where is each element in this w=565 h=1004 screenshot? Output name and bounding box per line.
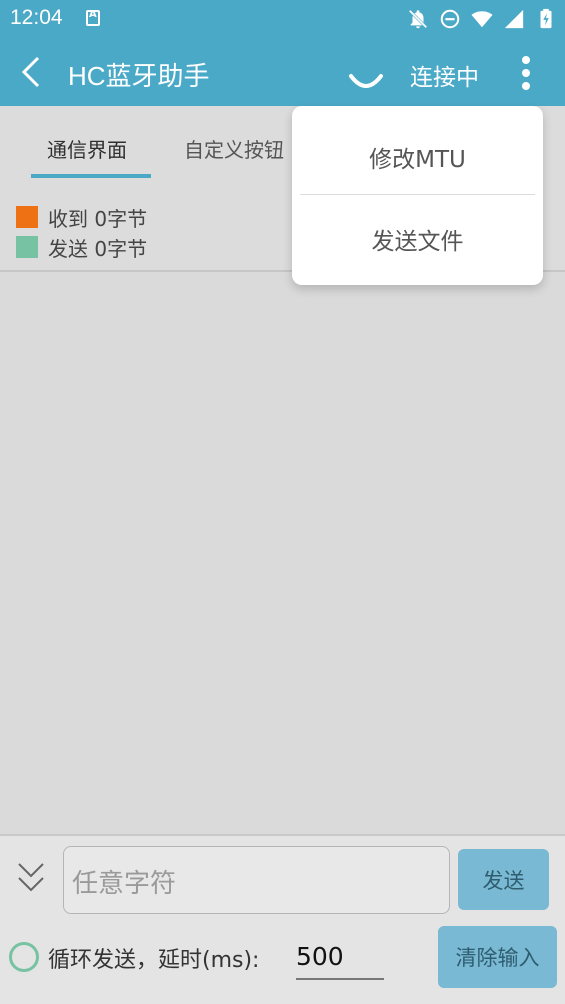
menu-item-modify-mtu[interactable]: 修改MTU bbox=[292, 140, 543, 174]
bell-off-icon bbox=[408, 9, 428, 29]
sent-swatch bbox=[16, 236, 38, 258]
app-bar: HC蓝牙助手 连接中 bbox=[0, 38, 565, 106]
received-counter: 收到 0字节 bbox=[16, 202, 147, 232]
back-icon[interactable] bbox=[18, 54, 48, 90]
menu-divider bbox=[300, 194, 535, 195]
status-icons bbox=[407, 6, 557, 32]
menu-item-send-file[interactable]: 发送文件 bbox=[292, 222, 543, 256]
loading-spinner-icon bbox=[349, 74, 383, 88]
byte-counter-legend: 收到 0字节 发送 0字节 bbox=[16, 202, 147, 262]
connection-status[interactable]: 连接中 bbox=[410, 58, 479, 92]
delay-input[interactable]: 500 bbox=[296, 938, 384, 980]
app-title: HC蓝牙助手 bbox=[68, 61, 210, 91]
sent-counter: 发送 0字节 bbox=[16, 232, 147, 262]
message-input[interactable]: 任意字符 bbox=[63, 846, 450, 914]
notification-a-icon bbox=[86, 9, 100, 26]
signal-icon bbox=[504, 9, 524, 29]
do-not-disturb-icon bbox=[440, 9, 460, 29]
tab-indicator bbox=[31, 174, 151, 178]
top-bar: 12:04 HC蓝牙助手 连接中 bbox=[0, 0, 565, 106]
send-button[interactable]: 发送 bbox=[458, 849, 549, 910]
status-time: 12:04 bbox=[10, 6, 63, 29]
clear-input-button[interactable]: 清除输入 bbox=[438, 926, 557, 988]
received-label: 收到 bbox=[48, 206, 88, 231]
wifi-icon bbox=[471, 11, 493, 28]
more-options-icon[interactable] bbox=[518, 54, 534, 92]
loop-send-radio[interactable] bbox=[9, 942, 39, 972]
sent-count: 0字节 bbox=[94, 236, 148, 261]
send-panel: 任意字符 发送 循环发送，延时(ms): 500 清除输入 bbox=[0, 834, 565, 1004]
message-log-area[interactable] bbox=[0, 272, 565, 834]
sent-label: 发送 bbox=[48, 236, 88, 261]
battery-charging-icon bbox=[540, 8, 552, 29]
status-bar: 12:04 bbox=[0, 0, 565, 38]
expand-chevron-icon[interactable] bbox=[16, 860, 46, 896]
received-swatch bbox=[16, 206, 38, 228]
tab-custom-buttons[interactable]: 自定义按钮 bbox=[184, 134, 284, 163]
loop-send-label: 循环发送，延时(ms): bbox=[48, 948, 260, 973]
received-count: 0字节 bbox=[94, 206, 148, 231]
tab-communication[interactable]: 通信界面 bbox=[47, 134, 127, 163]
overflow-menu: 修改MTU 发送文件 bbox=[292, 106, 543, 285]
